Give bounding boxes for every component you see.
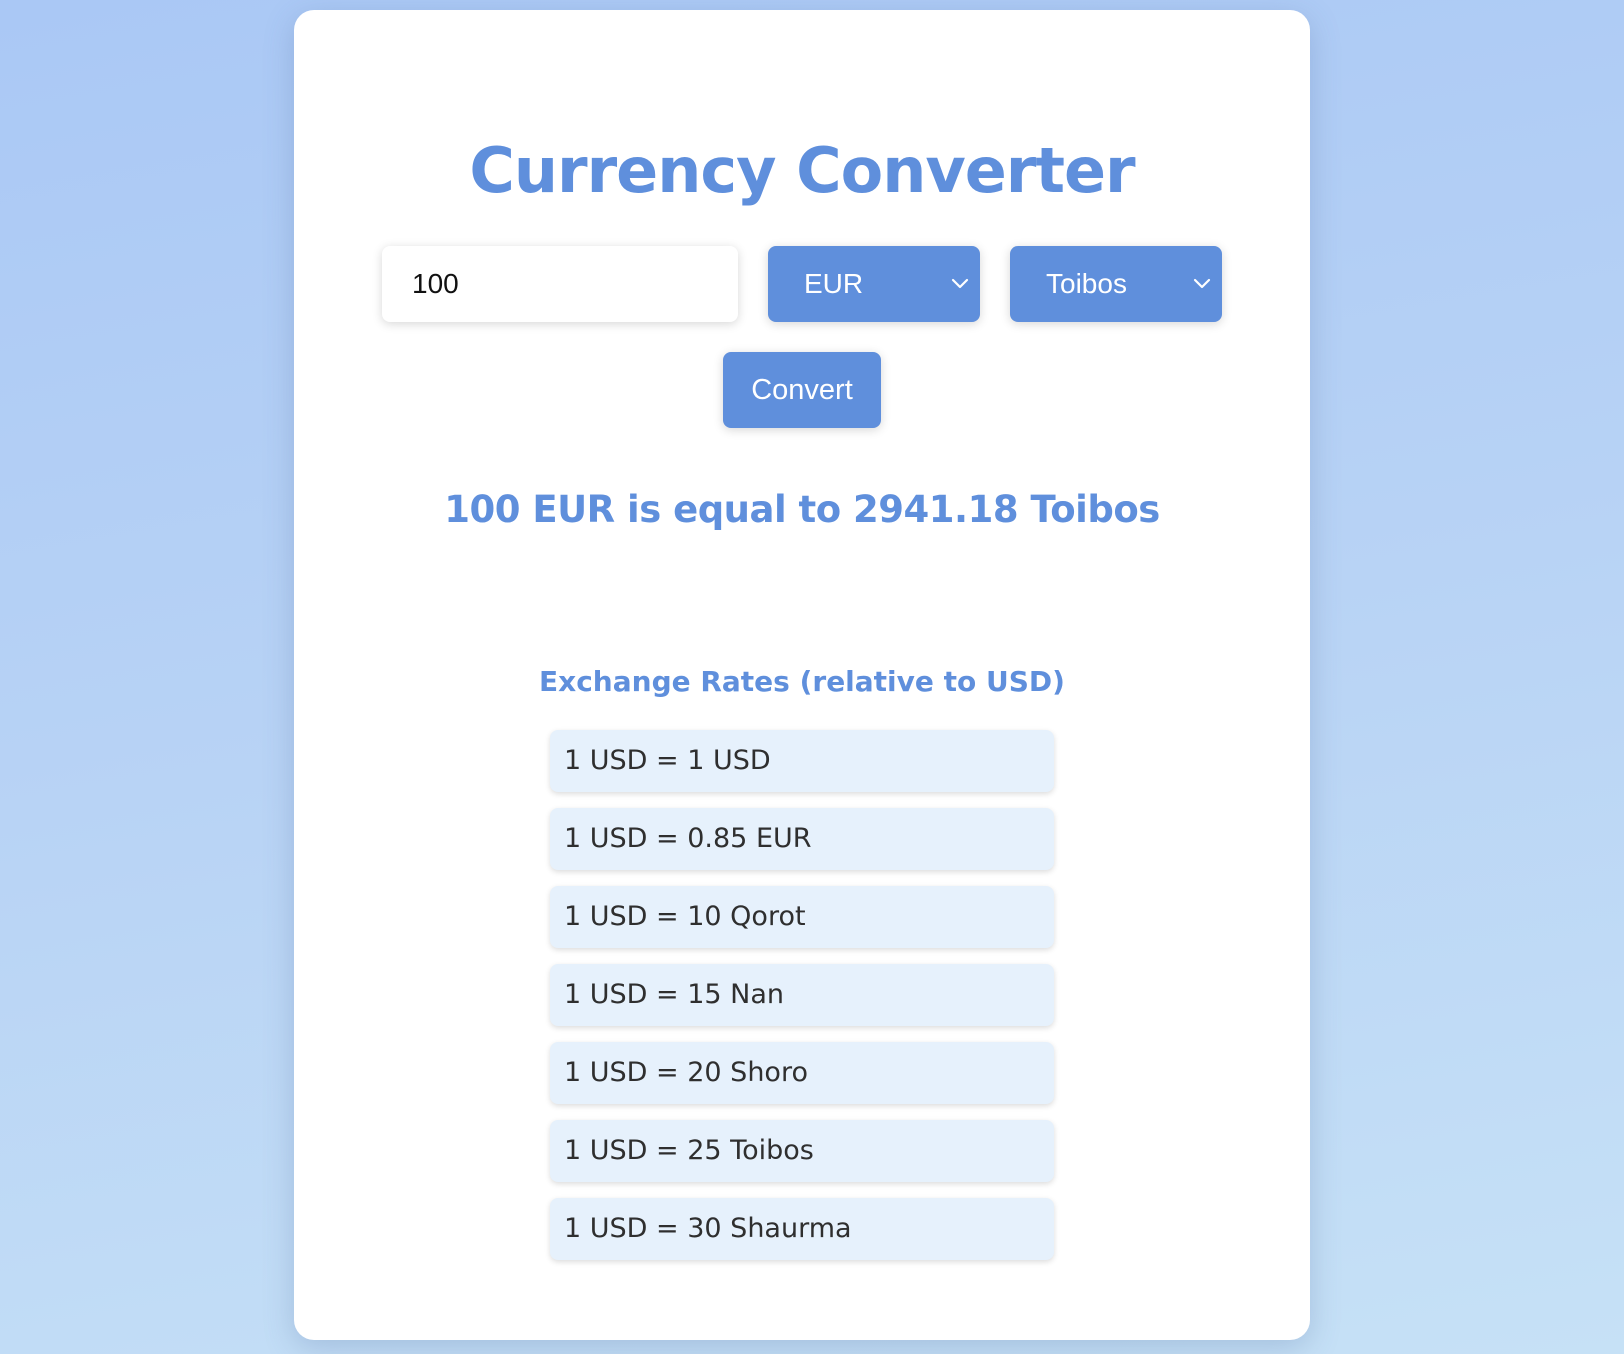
rate-item-shaurma: 1 USD = 30 Shaurma bbox=[550, 1198, 1054, 1260]
rate-item-eur: 1 USD = 0.85 EUR bbox=[550, 808, 1054, 870]
convert-button[interactable]: Convert bbox=[723, 352, 881, 428]
to-currency-value: Toibos bbox=[1046, 268, 1127, 299]
page-title: Currency Converter bbox=[469, 134, 1135, 207]
chevron-down-icon bbox=[1193, 278, 1211, 289]
amount-input[interactable] bbox=[382, 246, 738, 322]
rate-item-shoro: 1 USD = 20 Shoro bbox=[550, 1042, 1054, 1104]
to-currency-select[interactable]: Toibos bbox=[1010, 246, 1222, 322]
exchange-rates-list: 1 USD = 1 USD 1 USD = 0.85 EUR 1 USD = 1… bbox=[550, 730, 1054, 1276]
rate-item-toibos: 1 USD = 25 Toibos bbox=[550, 1120, 1054, 1182]
from-currency-value: EUR bbox=[804, 268, 864, 299]
converter-card: Currency Converter EUR Toibos Convert 10… bbox=[294, 10, 1310, 1340]
rate-item-nan: 1 USD = 15 Nan bbox=[550, 964, 1054, 1026]
from-currency-select[interactable]: EUR bbox=[768, 246, 980, 322]
rate-item-usd: 1 USD = 1 USD bbox=[550, 730, 1054, 792]
exchange-rates-heading: Exchange Rates (relative to USD) bbox=[539, 665, 1065, 698]
conversion-result: 100 EUR is equal to 2941.18 Toibos bbox=[444, 488, 1160, 531]
rate-item-qorot: 1 USD = 10 Qorot bbox=[550, 886, 1054, 948]
chevron-down-icon bbox=[951, 278, 969, 289]
